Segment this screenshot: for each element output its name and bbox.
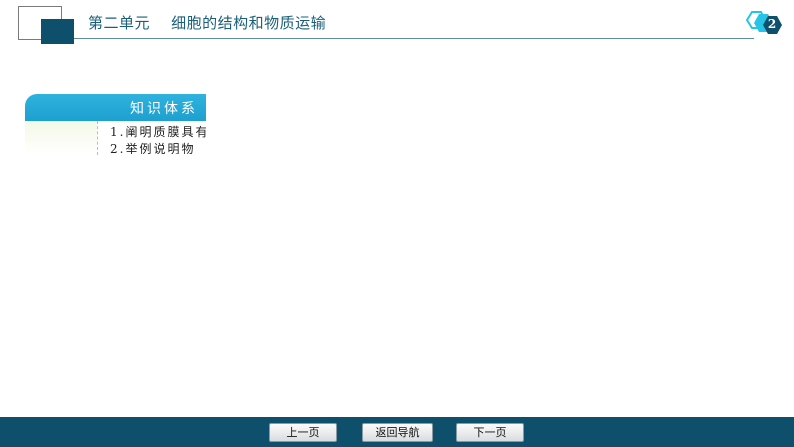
return-navigation-button[interactable]: 返回导航 bbox=[362, 423, 433, 442]
header-decoration-block bbox=[41, 19, 74, 44]
knowledge-box-divider bbox=[97, 121, 98, 155]
knowledge-box-side-panel bbox=[25, 121, 97, 155]
previous-page-button[interactable]: 上一页 bbox=[269, 423, 337, 442]
unit-title: 第二单元 细胞的结构和物质运输 bbox=[88, 14, 327, 32]
next-page-button[interactable]: 下一页 bbox=[456, 423, 524, 442]
knowledge-system-label: 知识体系 bbox=[130, 101, 198, 117]
knowledge-line-2: 2.举例说明物 bbox=[110, 142, 196, 154]
knowledge-system-tab: 知识体系 bbox=[25, 94, 206, 121]
header-divider bbox=[74, 38, 754, 39]
page-number: 2 bbox=[767, 17, 777, 31]
knowledge-box-content: 1.阐明质膜具有 2.举例说明物 bbox=[110, 124, 206, 154]
knowledge-line-1: 1.阐明质膜具有 bbox=[110, 125, 206, 139]
